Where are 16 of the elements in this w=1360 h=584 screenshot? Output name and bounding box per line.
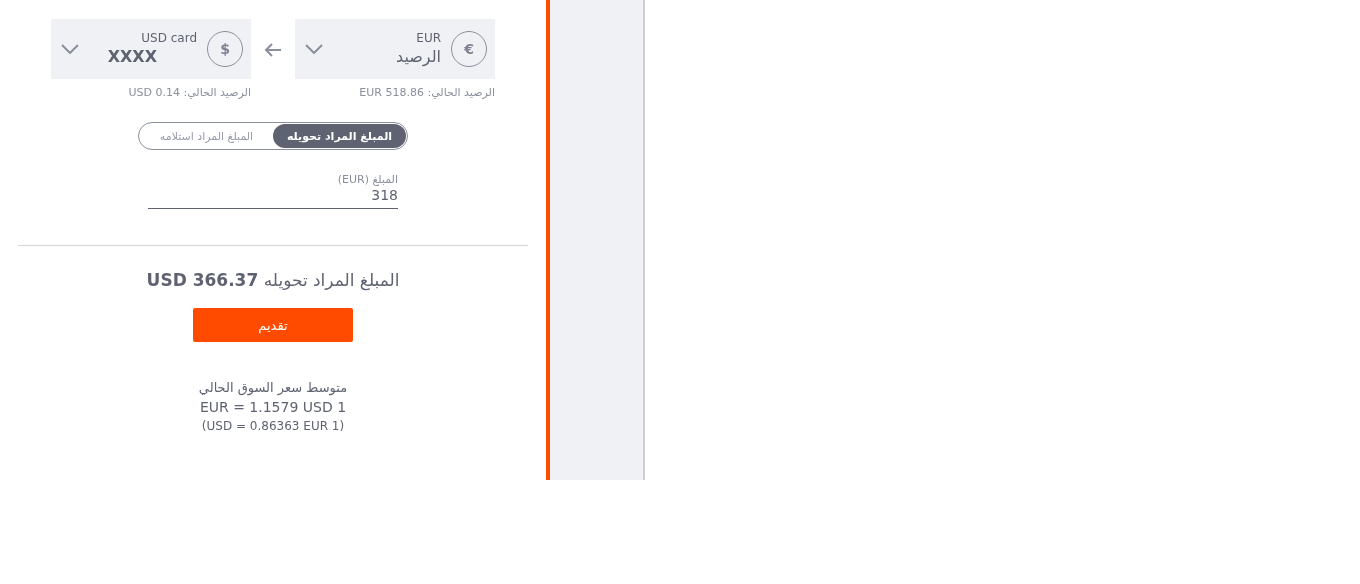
rate-title: متوسط سعر السوق الحالي — [198, 380, 348, 395]
account-name: الرصيد — [396, 46, 441, 68]
arrow-left-icon — [264, 42, 282, 58]
submit-button[interactable]: تقديم — [193, 308, 353, 342]
balance-text: الرصيد الحالي: USD 0.14 — [127, 86, 251, 99]
account-name: XXXX — [107, 46, 157, 68]
mode-tab[interactable]: المبلغ المراد استلامه — [140, 124, 273, 148]
balance-text: الرصيد الحالي: EUR 518.86 — [358, 86, 495, 99]
rate-text: (USD = 0.86363 EUR 1) — [201, 419, 345, 433]
chevron-icon — [61, 44, 79, 54]
mode-tab[interactable]: المبلغ المراد تحويله — [273, 124, 406, 148]
currency-label: USD card — [141, 30, 197, 46]
chevron-icon — [305, 44, 323, 54]
rate-text: EUR = 1.1579 USD 1 — [199, 399, 347, 415]
currency-label: EUR — [416, 30, 441, 46]
account-selector[interactable]: $ USD card XXXX — [51, 19, 251, 79]
